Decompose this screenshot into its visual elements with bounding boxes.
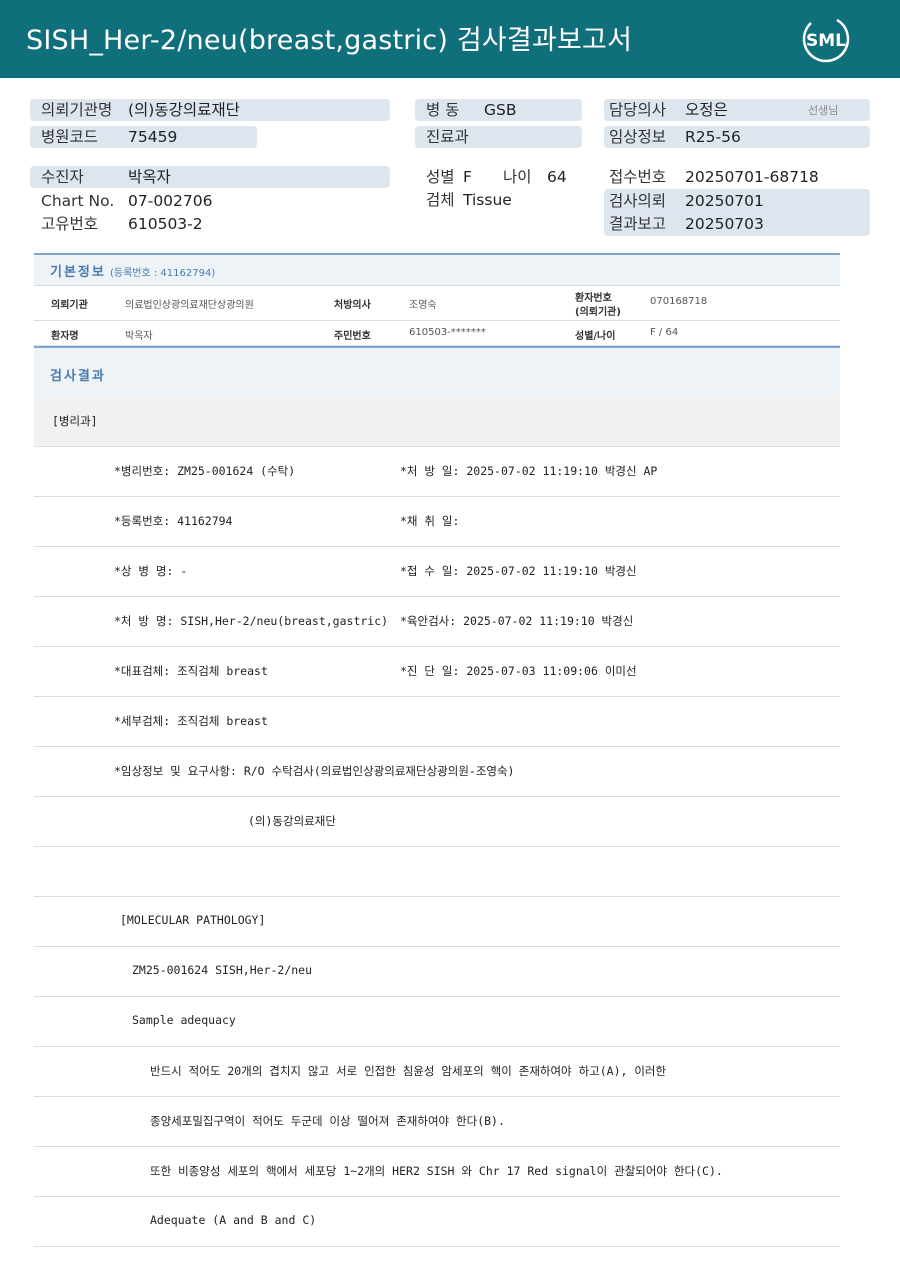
- report-line-text: *세부검체: 조직검체 breast: [114, 714, 268, 728]
- unique-no-value: 610503-2: [128, 215, 203, 233]
- chart-no-label: Chart No.: [41, 192, 115, 210]
- report-line-text: (의)동강의료재단: [248, 814, 336, 828]
- report-line-text: *채 취 일:: [400, 514, 460, 528]
- basic-key: 환자번호: [575, 293, 612, 304]
- specimen-value: Tissue: [463, 191, 512, 209]
- sex-value: F: [463, 168, 472, 186]
- report-line-text: *대표검체: 조직검체 breast: [114, 664, 268, 678]
- clinical-info-value: R25-56: [685, 128, 741, 146]
- basic-value: 의료법인상광의료재단상광의원: [125, 300, 254, 311]
- report-line: 반드시 적어도 20개의 겹치지 않고 서로 인접한 침윤성 암세포의 핵이 존…: [34, 1047, 840, 1097]
- basic-info-row: 의뢰기관 의료법인상광의료재단상광의원 처방의사 조영숙 환자번호 (의뢰기관)…: [34, 284, 840, 321]
- report-line-text: Adequate (A and B and C): [150, 1213, 317, 1227]
- report-line: *임상정보 및 요구사항: R/O 수탁검사(의료법인상광의료재단상광의원-조영…: [34, 747, 840, 797]
- report-line-text: 반드시 적어도 20개의 겹치지 않고 서로 인접한 침윤성 암세포의 핵이 존…: [150, 1064, 667, 1078]
- report-line-text: *육안검사: 2025-07-02 11:19:10 박경신: [400, 614, 634, 628]
- basic-key: 주민번호: [334, 331, 371, 342]
- basic-value: 610503-*******: [409, 327, 486, 338]
- basic-value: 박옥자: [125, 331, 153, 342]
- basic-info-reg-no: (등록번호 : 41162794): [110, 268, 216, 279]
- basic-value: 조영숙: [409, 300, 437, 311]
- report-line: *대표검체: 조직검체 breast *진 단 일: 2025-07-03 11…: [34, 647, 840, 697]
- result-date-value: 20250703: [685, 215, 764, 233]
- receipt-no-value: 20250701-68718: [685, 168, 819, 186]
- report-line-text: 종양세포밀집구역이 적어도 두군데 이상 떨어져 존재하여야 한다(B).: [150, 1114, 505, 1128]
- basic-key: 의뢰기관: [51, 300, 88, 311]
- patient-label: 수진자: [41, 168, 84, 186]
- report-line: [MOLECULAR PATHOLOGY]: [34, 897, 840, 947]
- report-line-text: *병리번호: ZM25-001624 (수탁): [114, 464, 296, 478]
- result-header: 검사결과: [34, 346, 840, 398]
- report-line: *처 방 명: SISH,Her-2/neu(breast,gastric) *…: [34, 597, 840, 647]
- basic-key: 성별/나이: [575, 331, 616, 342]
- hospital-code-value: 75459: [128, 128, 178, 146]
- basic-info-title: 기본정보: [50, 265, 106, 280]
- specimen-label: 검체: [426, 191, 455, 209]
- report-line-text: *처 방 일: 2025-07-02 11:19:10 박경신 AP: [400, 464, 658, 478]
- clinical-info-label: 임상정보: [609, 128, 667, 146]
- unique-no-label: 고유번호: [41, 215, 99, 233]
- report-line-text: *진 단 일: 2025-07-03 11:09:06 이미선: [400, 664, 637, 678]
- doctor-value: 오정은: [685, 101, 728, 119]
- doctor-label: 담당의사: [609, 101, 667, 119]
- logo-text: SML: [806, 31, 846, 51]
- report-line-text: [병리과]: [52, 414, 98, 428]
- institution-value: (의)동강의료재단: [128, 101, 240, 119]
- sex-label: 성별: [426, 168, 455, 186]
- ward-value: GSB: [484, 101, 517, 119]
- department-label: 진료과: [426, 128, 469, 146]
- basic-info-header: 기본정보 (등록번호 : 41162794): [34, 253, 840, 286]
- report-line-text: Sample adequacy: [132, 1013, 236, 1027]
- report-line: [34, 847, 840, 897]
- result-date-label: 결과보고: [609, 215, 667, 233]
- report-line: *상 병 명: - *접 수 일: 2025-07-02 11:19:10 박경…: [34, 547, 840, 597]
- report-line-text: *임상정보 및 요구사항: R/O 수탁검사(의료법인상광의료재단상광의원-조영…: [114, 764, 515, 778]
- report-header-bar: SISH_Her-2/neu(breast,gastric) 검사결과보고서 S…: [0, 0, 900, 78]
- report-line: Adequate (A and B and C): [34, 1197, 840, 1247]
- report-line-text: *처 방 명: SISH,Her-2/neu(breast,gastric): [114, 614, 389, 628]
- report-line-text: *등록번호: 41162794: [114, 514, 233, 528]
- report-line: *병리번호: ZM25-001624 (수탁) *처 방 일: 2025-07-…: [34, 447, 840, 497]
- report-line: ZM25-001624 SISH,Her-2/neu: [34, 947, 840, 997]
- ward-label: 병 동: [426, 101, 460, 119]
- basic-info-row: 환자명 박옥자 주민번호 610503-******* 성별/나이 F / 64: [34, 321, 840, 346]
- basic-key: 처방의사: [334, 300, 371, 311]
- patient-value: 박옥자: [128, 168, 171, 186]
- request-date-label: 검사의뢰: [609, 192, 667, 210]
- report-title: SISH_Her-2/neu(breast,gastric) 검사결과보고서: [26, 25, 633, 56]
- basic-value: F / 64: [650, 327, 679, 338]
- basic-key: 환자명: [51, 331, 79, 342]
- report-line: Sample adequacy: [34, 997, 840, 1047]
- basic-key: (의뢰기관): [575, 307, 621, 318]
- request-date-value: 20250701: [685, 192, 764, 210]
- report-line: 또한 비종양성 세포의 핵에서 세포당 1~2개의 HER2 SISH 와 Ch…: [34, 1147, 840, 1197]
- report-line-text: [MOLECULAR PATHOLOGY]: [120, 913, 266, 927]
- report-line-text: *상 병 명: -: [114, 564, 188, 578]
- report-line: [병리과]: [34, 397, 840, 447]
- report-line-text: 또한 비종양성 세포의 핵에서 세포당 1~2개의 HER2 SISH 와 Ch…: [150, 1164, 723, 1178]
- report-line: *등록번호: 41162794 *채 취 일:: [34, 497, 840, 547]
- age-label: 나이: [503, 168, 532, 186]
- sml-logo-icon: SML: [802, 15, 850, 63]
- receipt-no-label: 접수번호: [609, 168, 667, 186]
- patient-row: [30, 166, 390, 188]
- report-line: *세부검체: 조직검체 breast: [34, 697, 840, 747]
- institution-label: 의뢰기관명: [41, 101, 113, 119]
- hospital-code-label: 병원코드: [41, 128, 99, 146]
- report-line-text: *접 수 일: 2025-07-02 11:19:10 박경신: [400, 564, 637, 578]
- result-title: 검사결과: [50, 369, 106, 384]
- report-line-text: ZM25-001624 SISH,Her-2/neu: [132, 963, 313, 977]
- chart-no-value: 07-002706: [128, 192, 213, 210]
- report-line: (의)동강의료재단: [34, 797, 840, 847]
- age-value: 64: [547, 168, 567, 186]
- basic-value: 070168718: [650, 296, 708, 307]
- doctor-suffix: 선생님: [808, 104, 839, 117]
- report-line: 종양세포밀집구역이 적어도 두군데 이상 떨어져 존재하여야 한다(B).: [34, 1097, 840, 1147]
